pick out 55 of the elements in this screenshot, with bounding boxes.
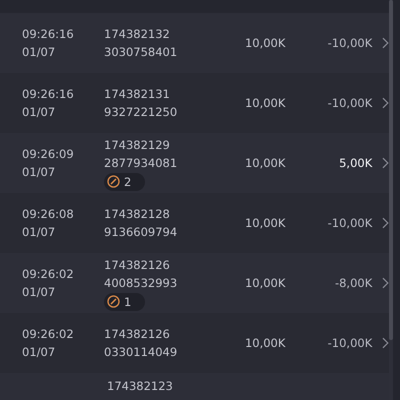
scrollbar[interactable] [389, 0, 393, 400]
time-text: 09:26:08 [22, 206, 75, 223]
transaction-row[interactable]: 174382123 [0, 373, 389, 400]
transaction-row[interactable]: 09:26:16 01/07 174382132 3030758401 10,00K -10,00K [0, 13, 389, 73]
time-text: 09:26:16 [22, 26, 75, 43]
transaction-row[interactable]: 09:26:08 01/07 174382128 9136609794 10,00K -10,00K [0, 193, 389, 253]
date-text: 01/07 [22, 104, 56, 121]
amount-text: 10,00K [244, 36, 286, 50]
result-text: -8,00K [334, 276, 372, 290]
time-text: 09:26:02 [22, 326, 75, 343]
id-text: 4008532993 [104, 274, 178, 292]
chevron-right-icon [382, 97, 390, 109]
id-text: 174382129 [104, 136, 170, 154]
date-text: 01/07 [22, 164, 56, 181]
amount-text: 10,00K [244, 156, 286, 170]
amount-text: 10,00K [244, 216, 286, 230]
result-text: -10,00K [326, 96, 372, 110]
chevron-right-icon [382, 337, 390, 349]
result-text: -10,00K [326, 336, 372, 350]
chevron-right-icon [382, 157, 390, 169]
time-text: 09:26:02 [22, 266, 75, 283]
id-text: 2877934081 [104, 154, 178, 172]
slash-circle-icon [107, 175, 120, 188]
date-text: 01/07 [22, 224, 56, 241]
id-text: 3030758401 [104, 44, 178, 61]
transaction-row[interactable]: 09:26:09 01/07 174382129 2877934081 2 10,00K 5,00K [0, 133, 389, 193]
result-text: -10,00K [326, 36, 372, 50]
time-text: 09:26:16 [22, 86, 75, 103]
chevron-right-icon [382, 217, 390, 229]
amount-text: 10,00K [244, 336, 286, 350]
slash-circle-icon [107, 295, 120, 308]
amount-text: 10,00K [244, 276, 286, 290]
id-text: 174382126 [104, 326, 170, 343]
amount-text: 10,00K [244, 96, 286, 110]
id-text: 9327221250 [104, 104, 178, 121]
id-text: 9136609794 [104, 224, 178, 241]
id-text: 174382126 [104, 256, 170, 274]
id-text: 174382123 [107, 378, 173, 395]
result-text: 5,00K [338, 156, 372, 170]
time-text: 09:26:09 [22, 146, 75, 163]
id-text: 174382131 [104, 86, 170, 103]
chevron-right-icon [382, 37, 390, 49]
date-text: 01/07 [22, 44, 56, 61]
date-text: 01/07 [22, 284, 56, 301]
count-badge: 1 [104, 292, 146, 310]
transaction-row[interactable]: 09:26:16 01/07 174382131 9327221250 10,00K -10,00K [0, 73, 389, 133]
count-badge: 2 [104, 172, 146, 190]
chevron-right-icon [382, 277, 390, 289]
date-text: 01/07 [22, 344, 56, 361]
transaction-row[interactable]: 09:26:02 01/07 174382126 0330114049 10,00K -10,00K [0, 313, 389, 373]
result-text: -10,00K [326, 216, 372, 230]
id-text: 174382132 [104, 26, 170, 43]
transaction-row[interactable]: 09:26:02 01/07 174382126 4008532993 1 10,00K -8,00K [0, 253, 389, 313]
id-text: 0330114049 [104, 344, 178, 361]
id-text: 174382128 [104, 206, 170, 223]
